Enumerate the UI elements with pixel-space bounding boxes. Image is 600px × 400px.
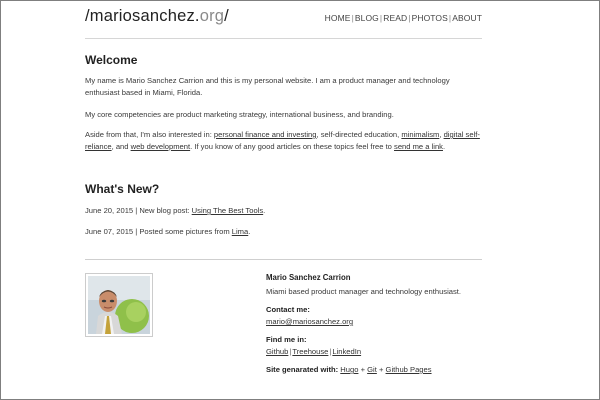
news-item-end: .: [263, 206, 266, 215]
site-logo[interactable]: /mariosanchez.org/: [85, 7, 229, 26]
top-nav: HOME|BLOG|READ|PHOTOS|ABOUT: [325, 13, 482, 23]
interests-text: , self-directed education,: [316, 130, 402, 139]
logo-tld: org: [199, 7, 225, 25]
link-github[interactable]: Github: [266, 347, 288, 356]
contact-label: Contact me:: [266, 305, 310, 314]
plus-separator: +: [378, 365, 384, 374]
nav-about[interactable]: ABOUT: [452, 13, 482, 23]
link-linkedin[interactable]: LinkedIn: [332, 347, 361, 356]
author-bio: Mario Sanchez Carrion Miami based produc…: [266, 272, 482, 376]
whats-new-heading: What's New?: [85, 182, 160, 196]
link-treehouse[interactable]: Treehouse: [292, 347, 328, 356]
news-item: June 20, 2015 | New blog post: Using The…: [85, 205, 482, 217]
news-item-text: June 20, 2015 | New blog post:: [85, 206, 192, 215]
link-github-pages[interactable]: Github Pages: [386, 365, 432, 374]
page-container: /mariosanchez.org/ HOME|BLOG|READ|PHOTOS…: [85, 0, 482, 374]
interests-text: Aside from that, I'm also interested in:: [85, 130, 214, 139]
interests-paragraph: Aside from that, I'm also interested in:…: [85, 129, 482, 153]
intro-paragraph: My name is Mario Sanchez Carrion and thi…: [85, 76, 450, 97]
nav-blog[interactable]: BLOG: [355, 13, 379, 23]
link-personal-finance[interactable]: personal finance and investing: [214, 130, 317, 139]
link-git[interactable]: Git: [367, 365, 377, 374]
nav-photos[interactable]: PHOTOS: [412, 13, 448, 23]
interests-text: . If you know of any good articles on th…: [190, 142, 395, 151]
contact-block: Contact me: mario@mariosanchez.org: [266, 304, 482, 328]
site-header: /mariosanchez.org/ HOME|BLOG|READ|PHOTOS…: [85, 0, 482, 39]
link-send-me-a-link[interactable]: send me a link: [394, 142, 443, 151]
email-link[interactable]: mario@mariosanchez.org: [266, 317, 353, 326]
find-me-label: Find me in:: [266, 335, 307, 344]
logo-name: /mariosanchez.: [85, 7, 200, 25]
news-item-end: .: [248, 227, 251, 236]
generated-label: Site genarated with:: [266, 365, 339, 374]
interests-text: .: [442, 142, 446, 151]
author-name: Mario Sanchez Carrion: [266, 273, 351, 282]
link-using-the-best-tools[interactable]: Using The Best Tools: [192, 206, 263, 215]
profile-photo: [85, 273, 153, 337]
nav-read[interactable]: READ: [383, 13, 407, 23]
logo-slash: /: [224, 7, 229, 25]
link-web-development[interactable]: web development: [131, 142, 191, 151]
footer-divider: [85, 259, 482, 260]
generated-with-block: Site genarated with: Hugo + Git + Github…: [266, 364, 482, 376]
link-hugo[interactable]: Hugo: [340, 365, 358, 374]
interests-text: , and: [111, 142, 131, 151]
author-tagline: Miami based product manager and technolo…: [266, 287, 462, 296]
nav-home[interactable]: HOME: [325, 13, 351, 23]
news-item-text: June 07, 2015 | Posted some pictures fro…: [85, 227, 232, 236]
competencies-paragraph: My core competencies are product marketi…: [85, 110, 394, 119]
link-lima[interactable]: Lima: [232, 227, 248, 236]
profile-photo-image: [88, 276, 150, 334]
news-item: June 07, 2015 | Posted some pictures fro…: [85, 226, 482, 238]
social-block: Find me in: Github|Treehouse|LinkedIn: [266, 334, 482, 358]
link-minimalism[interactable]: minimalism: [401, 130, 439, 139]
welcome-heading: Welcome: [85, 53, 138, 67]
plus-separator: +: [360, 365, 365, 374]
